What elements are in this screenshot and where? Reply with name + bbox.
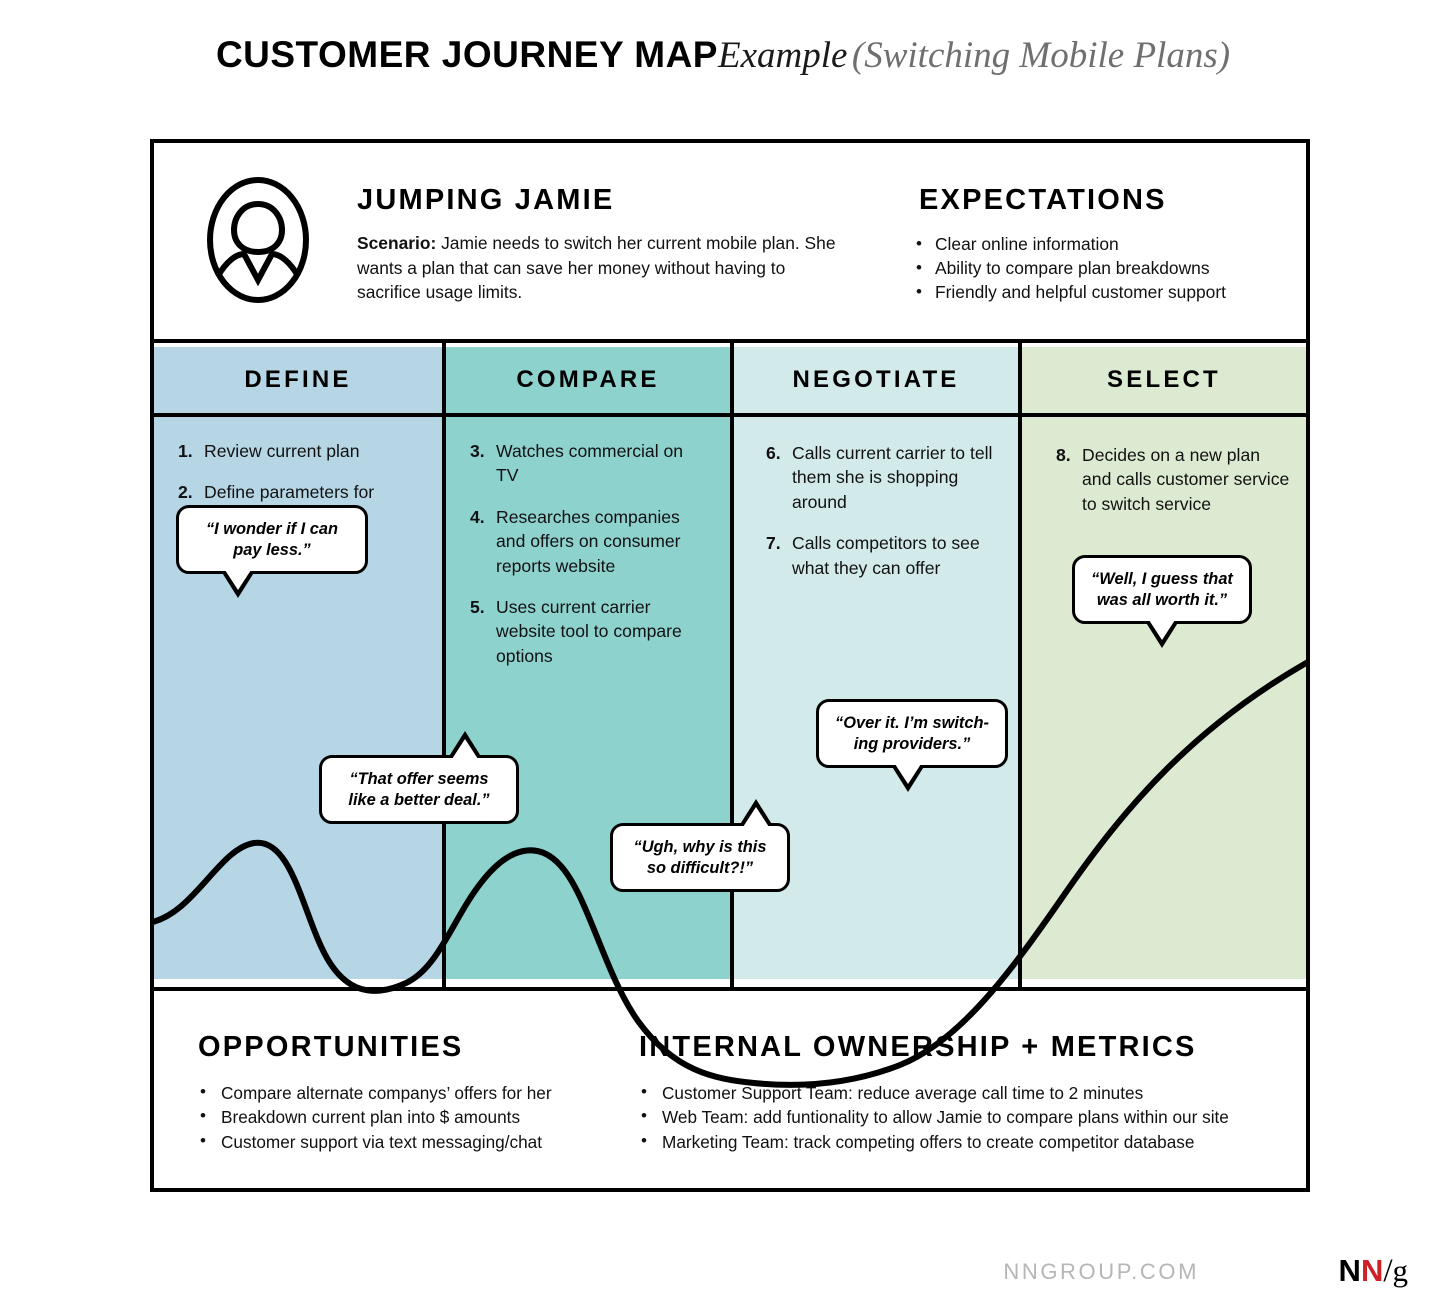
opportunities-title: OPPORTUNITIES [198, 1031, 464, 1063]
phase-label-negotiate: NEGOTIATE [792, 366, 960, 393]
list-item: 3. Watches commercial on TV [470, 439, 708, 488]
phase-columns: DEFINE 1. Review current plan 2. Define pa… [154, 343, 1306, 1088]
expectations-list: Clear online information Ability to comp… [914, 232, 1314, 305]
step-number: 2. [178, 482, 193, 503]
step-number: 6. [766, 443, 781, 463]
logo-g: g [1392, 1253, 1409, 1288]
bubble-tail-inner-icon [743, 807, 769, 827]
list-item: 8. Decides on a new plan and calls custom… [1056, 443, 1294, 516]
quote-line: pay less.” [233, 541, 311, 559]
logo-slash: / [1383, 1253, 1393, 1289]
scenario-label: Scenario: [357, 233, 437, 253]
phase-label-define: DEFINE [244, 366, 352, 393]
person-avatar-icon [206, 176, 310, 304]
list-item: 5. Uses current carrier website tool to c… [470, 595, 708, 668]
quote-line: was all worth it.” [1096, 591, 1228, 609]
bubble-tail-inner-icon [895, 764, 921, 784]
step-number: 5. [470, 597, 485, 618]
persona-header: JUMPING JAMIE Scenario: Jamie needs to s… [154, 143, 1306, 343]
step-text: Decides on a new plan and calls customer… [1082, 445, 1290, 514]
quote-bubble-negotiate: “Over it. I’m switch- ing providers.” [816, 699, 1008, 792]
list-item: 7. Calls competitors to see what they can… [766, 531, 994, 580]
quote-line: “That offer seems [349, 770, 489, 788]
bottom-section: OPPORTUNITIES Compare alternate companys… [154, 987, 1306, 1192]
footer: NNGROUP.COM NN/g [0, 1250, 1446, 1294]
quote-line: so difficult?!” [646, 859, 754, 877]
list-item: Web Team: add funtionality to allow Jami… [639, 1104, 1279, 1129]
step-text: Watches commercial on TV [496, 441, 684, 486]
divider [1022, 413, 1306, 417]
step-text: Calls competitors to see what they can o… [792, 533, 980, 578]
metrics-list: Customer Support Team: reduce average ca… [639, 1080, 1279, 1154]
divider [734, 413, 1018, 417]
logo-n-red: N [1360, 1253, 1384, 1288]
steps-list-select: 8. Decides on a new plan and calls custom… [1056, 443, 1294, 533]
step-number: 4. [470, 506, 485, 527]
steps-list-negotiate: 6. Calls current carrier to tell them she… [766, 441, 994, 597]
bubble-tail-inner-icon [225, 570, 251, 590]
step-number: 8. [1056, 445, 1071, 465]
list-item: Clear online information [914, 232, 1314, 257]
title-main: CUSTOMER JOURNEY MAP [215, 34, 718, 75]
list-item: Marketing Team: track competing offers t… [639, 1129, 1279, 1154]
list-item: 6. Calls current carrier to tell them she… [766, 441, 994, 514]
step-text: Uses current carrier website tool to com… [496, 597, 682, 666]
journey-map-frame: JUMPING JAMIE Scenario: Jamie needs to s… [150, 139, 1310, 1192]
list-item: Customer Support Team: reduce average ca… [639, 1080, 1279, 1105]
steps-list-compare: 3. Watches commercial on TV 4. Researches … [470, 439, 708, 685]
title-emphasis: Example [717, 35, 848, 76]
bubble-tail-inner-icon [1149, 620, 1175, 640]
persona-name: JUMPING JAMIE [357, 184, 615, 216]
divider [154, 413, 442, 417]
nng-logo: NN/g [1339, 1252, 1408, 1290]
divider [1018, 343, 1022, 987]
list-item: Breakdown current plan into $ amounts [198, 1104, 628, 1129]
column-background [1022, 347, 1306, 979]
step-text: Review current plan [204, 441, 360, 461]
expectations-title: EXPECTATIONS [919, 184, 1167, 216]
footer-url: NNGROUP.COM [1003, 1259, 1199, 1284]
list-item: Ability to compare plan breakdowns [914, 256, 1314, 281]
page-title: CUSTOMER JOURNEY MAPExample (Switching M… [0, 34, 1446, 77]
phase-label-compare: COMPARE [516, 366, 660, 393]
title-subtitle: (Switching Mobile Plans) [851, 35, 1231, 76]
persona-scenario: Scenario: Jamie needs to switch her curr… [357, 231, 849, 305]
step-text: Calls current carrier to tell them she i… [792, 443, 993, 512]
list-item: Friendly and helpful customer support [914, 280, 1314, 305]
phase-label-select: SELECT [1107, 366, 1221, 393]
phase-column-define: DEFINE 1. Review current plan 2. Define pa… [154, 343, 442, 987]
quote-line: ing providers.” [853, 735, 971, 753]
quote-bubble-select: “Well, I guess that was all worth it.” [1072, 555, 1252, 648]
step-number: 1. [178, 441, 193, 461]
phase-column-select: SELECT 8. Decides on a new plan and calls… [1022, 343, 1306, 987]
bubble-tail-inner-icon [452, 739, 478, 759]
quote-line: “I wonder if I can [205, 520, 339, 538]
list-item: Compare alternate companys’ offers for h… [198, 1080, 628, 1105]
step-number: 7. [766, 533, 781, 554]
divider [446, 413, 730, 417]
quote-line: “Ugh, why is this [633, 838, 767, 856]
quote-line: “Over it. I’m switch- [835, 714, 989, 732]
quote-line: “Well, I guess that [1091, 570, 1233, 588]
divider [442, 343, 446, 987]
quote-bubble-compare: “Ugh, why is this so difficult?!” [610, 799, 790, 892]
metrics-title: INTERNAL OWNERSHIP + METRICS [639, 1031, 1197, 1063]
quote-bubble-define-2: “That offer seems like a better deal.” [319, 731, 519, 824]
list-item: 1. Review current plan [178, 439, 410, 463]
step-number: 3. [470, 441, 485, 461]
step-text: Researches companies and offers on consu… [496, 506, 681, 576]
quote-line: like a better deal.” [348, 791, 490, 809]
quote-bubble-define-1: “I wonder if I can pay less.” [176, 505, 368, 598]
list-item: 4. Researches companies and offers on con… [470, 505, 708, 578]
list-item: Customer support via text messaging/chat [198, 1129, 628, 1154]
opportunities-list: Compare alternate companys’ offers for h… [198, 1080, 628, 1154]
logo-n-black: N [1338, 1253, 1361, 1288]
